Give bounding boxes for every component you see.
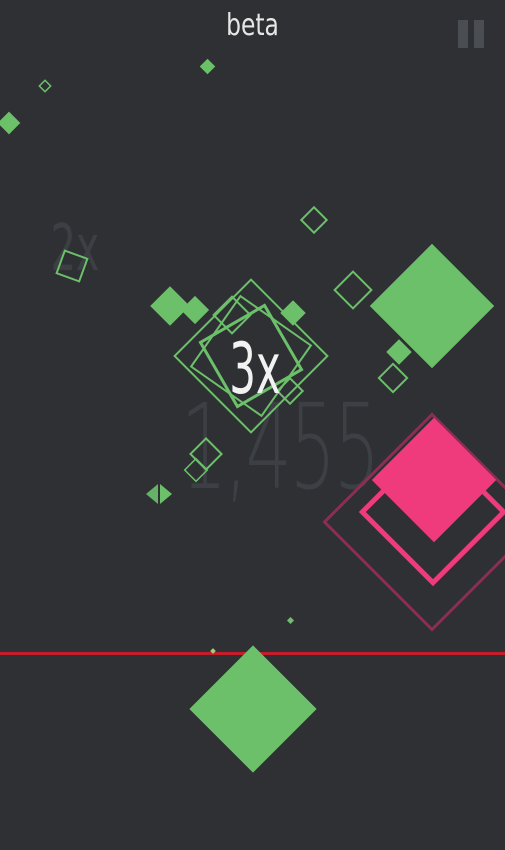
large-diamond (369, 243, 495, 369)
pause-icon (474, 20, 484, 48)
small-diamond (199, 58, 216, 75)
pause-icon (458, 20, 468, 48)
current-multiplier: 3x (229, 328, 281, 410)
small-diamond (0, 111, 21, 135)
game-canvas[interactable]: 1,455 2x 3x beta (0, 0, 505, 850)
half-diamond (146, 484, 158, 504)
player-diamond[interactable] (189, 645, 317, 773)
particle (286, 616, 295, 625)
diamond-outline (299, 205, 329, 235)
diamond-outline (189, 437, 223, 471)
small-diamond-outline (38, 79, 52, 93)
diamond-outline (55, 249, 89, 283)
pink-diamond (371, 417, 497, 543)
half-diamond (160, 484, 172, 504)
diamond (150, 286, 190, 326)
play-field (0, 58, 505, 773)
diamond-outline (333, 270, 373, 310)
diamond (180, 295, 210, 325)
game-title: beta (226, 8, 279, 43)
diamond-outline (183, 457, 209, 483)
pause-button[interactable] (458, 20, 486, 48)
diamond-outline (377, 362, 409, 394)
